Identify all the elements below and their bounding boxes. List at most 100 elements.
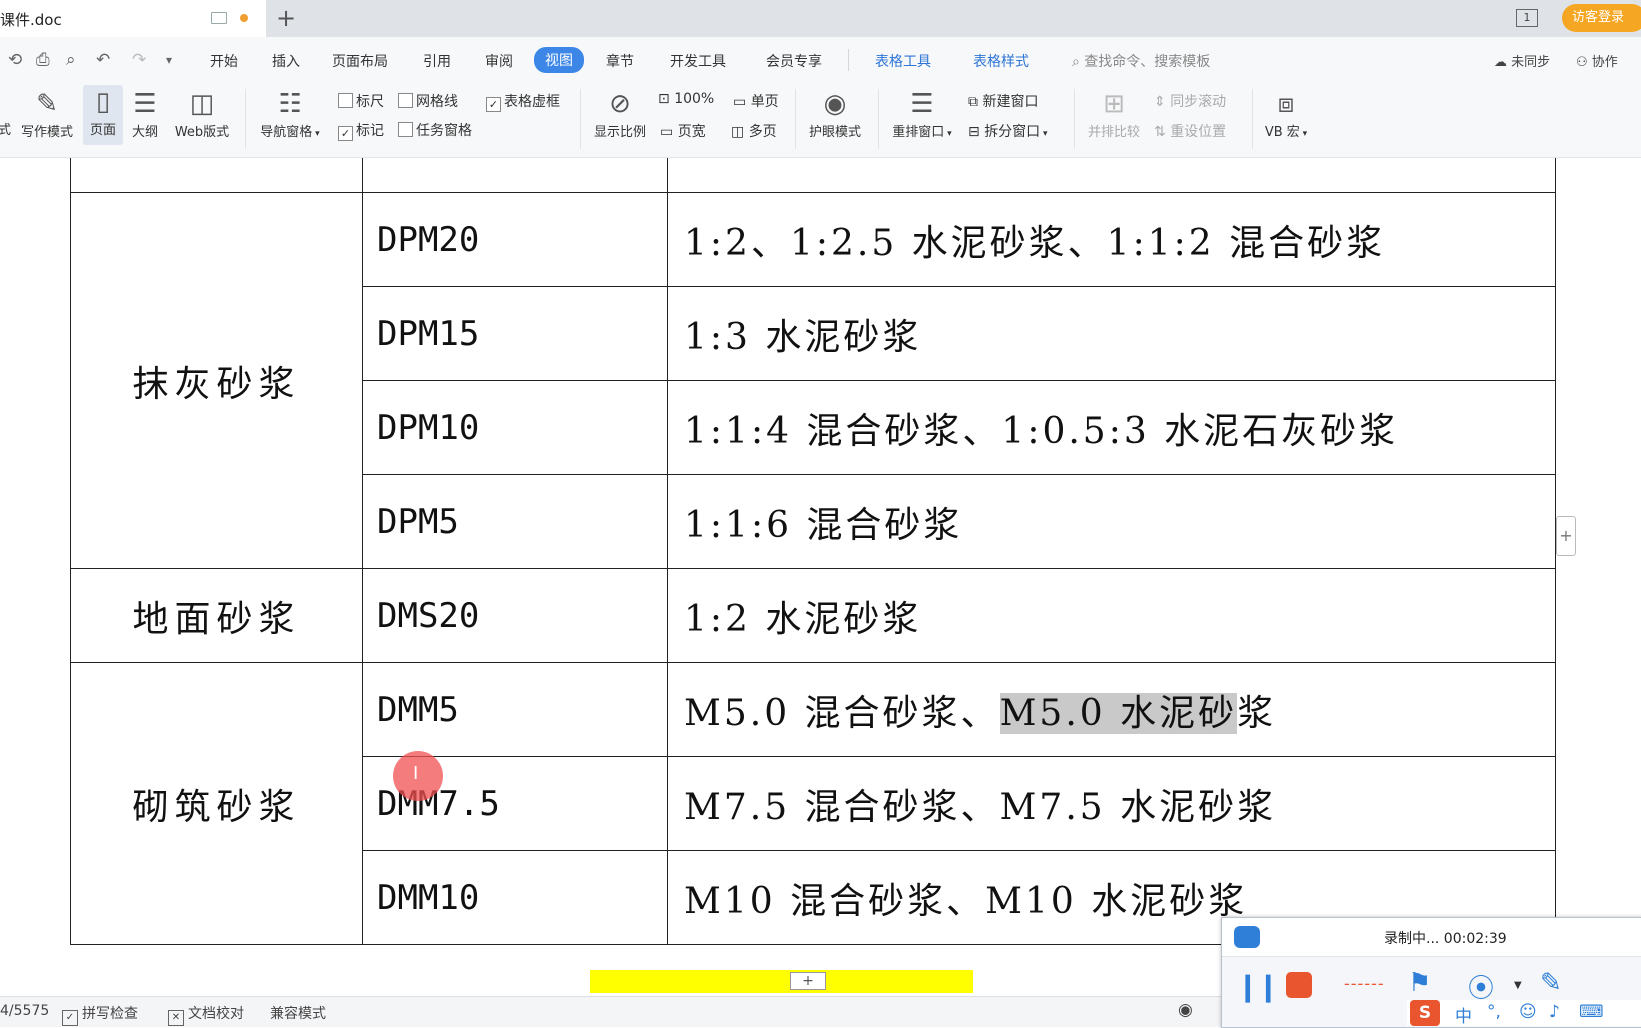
outline-view-button[interactable]: ☰ 大纲 bbox=[127, 87, 163, 140]
premix-cell[interactable]: DPM15 bbox=[362, 286, 668, 381]
reset-position-icon: ⇅ bbox=[1154, 124, 1171, 140]
punctuation-icon[interactable]: °, bbox=[1487, 1002, 1501, 1022]
task-pane-checkbox[interactable]: 任务窗格 bbox=[398, 120, 472, 140]
audio-level-icon[interactable]: ------ bbox=[1344, 974, 1385, 993]
flag-icon[interactable]: ⚑ bbox=[1408, 968, 1431, 998]
multi-page-button[interactable]: ◫ 多页 bbox=[731, 121, 777, 141]
zoom-100-button[interactable]: ⊡ 100% bbox=[658, 91, 714, 107]
zoom-label: 显示比例 bbox=[593, 125, 646, 140]
eye-mode-button[interactable]: ◉ 护眼模式 bbox=[803, 87, 867, 140]
markup-label: 标记 bbox=[356, 123, 384, 139]
ruler-checkbox[interactable]: 标尺 bbox=[338, 91, 384, 111]
menu-table-style[interactable]: 表格样式 bbox=[973, 51, 1029, 71]
menu-review[interactable]: 审阅 bbox=[485, 51, 513, 71]
ime-language[interactable]: 中 bbox=[1455, 1002, 1472, 1027]
split-window-label: 拆分窗口 bbox=[984, 124, 1041, 140]
sync-scroll-button[interactable]: ⇕ 同步滚动 bbox=[1154, 91, 1226, 111]
traditional-cell[interactable]: M7.5 混合砂浆、M7.5 水泥砂浆 bbox=[667, 756, 1556, 851]
print-icon[interactable]: ⎙ bbox=[36, 50, 50, 70]
menu-insert[interactable]: 插入 bbox=[272, 51, 300, 71]
undo-icon[interactable]: ↶ bbox=[96, 50, 110, 70]
single-page-button[interactable]: ▭ 单页 bbox=[733, 91, 779, 111]
write-mode-button[interactable]: ✎ 写作模式 bbox=[16, 87, 78, 140]
add-column-button[interactable]: + bbox=[1556, 516, 1576, 556]
traditional-cell[interactable]: 1:1:6 混合砂浆 bbox=[667, 474, 1556, 569]
redo-history-icon[interactable]: ⟲ bbox=[8, 50, 22, 70]
side-by-side-button[interactable]: ⊞ 并排比较 bbox=[1082, 87, 1146, 140]
header-cell-traditional[interactable]: 传统砂浆 bbox=[667, 158, 1556, 193]
mortar-table[interactable]: 种类 预拌砂浆 传统砂浆 抹灰砂浆 DPM20 1:2、1:2.5 水泥砂浆、1… bbox=[70, 158, 1556, 945]
document-tab[interactable]: 课件.doc bbox=[0, 0, 266, 37]
premix-cell[interactable]: DMM5 bbox=[362, 662, 668, 757]
menu-page-layout[interactable]: 页面布局 bbox=[332, 51, 388, 71]
premix-cell[interactable]: DPM20 bbox=[362, 192, 668, 287]
premix-cell[interactable]: DMM10 bbox=[362, 850, 668, 945]
add-row-bar[interactable]: + bbox=[590, 970, 973, 993]
category-cell[interactable]: 抹灰砂浆 bbox=[70, 192, 363, 569]
menu-home[interactable]: 开始 bbox=[210, 51, 238, 71]
nav-pane-button[interactable]: ☷ 导航窗格 ▾ bbox=[254, 87, 326, 140]
document-canvas[interactable]: 种类 预拌砂浆 传统砂浆 抹灰砂浆 DPM20 1:2、1:2.5 水泥砂浆、1… bbox=[0, 158, 1641, 993]
page-width-button[interactable]: ▭ 页宽 bbox=[660, 121, 706, 141]
zoom-button[interactable]: ⊘ 显示比例 bbox=[588, 87, 652, 140]
traditional-cell[interactable]: 1:3 水泥砂浆 bbox=[667, 286, 1556, 381]
traditional-cell[interactable]: 1:2、1:2.5 水泥砂浆、1:1:2 混合砂浆 bbox=[667, 192, 1556, 287]
eye-protection-icon[interactable]: ◉ bbox=[1178, 1000, 1193, 1020]
page-view-button[interactable]: ▯ 页面 bbox=[83, 85, 123, 145]
menu-table-tools[interactable]: 表格工具 bbox=[875, 51, 931, 71]
new-tab-button[interactable]: + bbox=[276, 4, 296, 32]
menu-references[interactable]: 引用 bbox=[423, 51, 451, 71]
traditional-cell-with-selection[interactable]: M5.0 混合砂浆、M5.0 水泥砂浆 bbox=[667, 662, 1556, 757]
menu-view[interactable]: 视图 bbox=[534, 47, 584, 73]
spell-check-button[interactable]: ✓ 拼写检查 bbox=[62, 1003, 138, 1026]
input-method-bar[interactable]: S 中 °, ☺ ♪ ⌨ bbox=[1407, 1000, 1641, 1027]
table-frame-checkbox[interactable]: ✓ 表格虚框 bbox=[486, 91, 560, 112]
chevron-down-icon[interactable]: ▼ bbox=[1514, 980, 1522, 991]
premix-cell[interactable]: DPM5 bbox=[362, 474, 668, 569]
command-search[interactable]: ⌕ 查找命令、搜索模板 bbox=[1072, 51, 1210, 71]
monitor-icon[interactable] bbox=[211, 12, 227, 24]
vb-macro-button[interactable]: ⧈ VB 宏 ▾ bbox=[1258, 87, 1314, 140]
window-count-icon[interactable]: 1 bbox=[1516, 9, 1538, 27]
category-cell[interactable]: 砌筑砂浆 bbox=[70, 662, 363, 945]
doc-proof-button[interactable]: ✕ 文档校对 bbox=[168, 1003, 244, 1026]
sync-status-button[interactable]: ☁ 未同步 bbox=[1494, 51, 1550, 70]
emoji-icon[interactable]: ☺ bbox=[1519, 1002, 1537, 1022]
gridlines-checkbox[interactable]: 网格线 bbox=[398, 91, 458, 111]
selected-text[interactable]: M5.0 水泥砂 bbox=[999, 692, 1238, 734]
print-preview-icon[interactable]: ⌕ bbox=[66, 50, 76, 70]
category-cell[interactable]: 地面砂浆 bbox=[70, 568, 363, 663]
dropdown-caret-icon: ▾ bbox=[1299, 129, 1308, 139]
quick-access-more-icon[interactable]: ▾ bbox=[166, 53, 172, 67]
menu-chapter[interactable]: 章节 bbox=[606, 51, 634, 71]
split-window-button[interactable]: ⊟ 拆分窗口 ▾ bbox=[968, 121, 1048, 141]
menu-member[interactable]: 会员专享 bbox=[766, 51, 822, 71]
redo-icon[interactable]: ↷ bbox=[132, 50, 146, 70]
pen-annotate-icon[interactable]: ✎ bbox=[1540, 968, 1562, 998]
stop-button[interactable] bbox=[1286, 972, 1312, 998]
collaborate-button[interactable]: ⚇ 协作 bbox=[1576, 51, 1618, 70]
premix-cell[interactable]: DPM10 bbox=[362, 380, 668, 475]
rearrange-windows-button[interactable]: ☰ 重排窗口 ▾ bbox=[886, 87, 958, 140]
menu-developer[interactable]: 开发工具 bbox=[670, 51, 726, 71]
zoom-100-label: 100% bbox=[674, 91, 715, 107]
visitor-login-button[interactable]: 访客登录 bbox=[1562, 4, 1641, 32]
page-width-label: 页宽 bbox=[677, 124, 706, 140]
cloud-icon: ☁ bbox=[1494, 55, 1512, 70]
traditional-cell[interactable]: 1:1:4 混合砂浆、1:0.5:3 水泥石灰砂浆 bbox=[667, 380, 1556, 475]
reading-mode-button-partial[interactable]: 式 bbox=[0, 119, 11, 138]
web-layout-button[interactable]: ◫ Web版式 bbox=[168, 87, 236, 140]
pause-button[interactable]: ❙❙ bbox=[1236, 970, 1280, 1003]
add-row-button[interactable]: + bbox=[790, 972, 826, 990]
microphone-icon[interactable]: ♪ bbox=[1549, 1002, 1560, 1022]
reset-position-button[interactable]: ⇅ 重设位置 bbox=[1154, 121, 1226, 141]
header-cell-category[interactable]: 种类 bbox=[70, 158, 363, 193]
multi-page-icon: ◫ bbox=[731, 124, 749, 140]
keyboard-icon[interactable]: ⌨ bbox=[1579, 1002, 1604, 1022]
page-count[interactable]: 4/5575 bbox=[0, 1003, 49, 1019]
traditional-cell[interactable]: 1:2 水泥砂浆 bbox=[667, 568, 1556, 663]
header-cell-premix[interactable]: 预拌砂浆 bbox=[362, 158, 668, 193]
premix-cell[interactable]: DMS20 bbox=[362, 568, 668, 663]
new-window-button[interactable]: ⧉ 新建窗口 bbox=[968, 91, 1038, 111]
markup-checkbox[interactable]: ✓ 标记 bbox=[338, 120, 384, 141]
